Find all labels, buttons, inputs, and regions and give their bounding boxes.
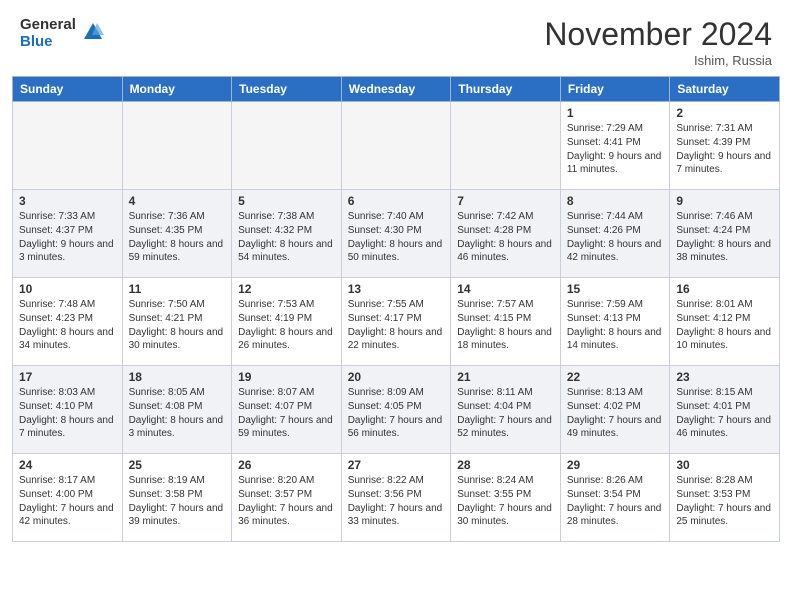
calendar-cell: 3Sunrise: 7:33 AMSunset: 4:37 PMDaylight…	[13, 190, 123, 278]
calendar-cell: 2Sunrise: 7:31 AMSunset: 4:39 PMDaylight…	[670, 102, 780, 190]
calendar-week-row: 1Sunrise: 7:29 AMSunset: 4:41 PMDaylight…	[13, 102, 780, 190]
col-thursday: Thursday	[451, 77, 561, 102]
logo-general: General	[20, 16, 76, 33]
calendar-cell: 27Sunrise: 8:22 AMSunset: 3:56 PMDayligh…	[341, 454, 451, 542]
calendar-cell: 15Sunrise: 7:59 AMSunset: 4:13 PMDayligh…	[560, 278, 670, 366]
calendar-cell: 19Sunrise: 8:07 AMSunset: 4:07 PMDayligh…	[232, 366, 342, 454]
calendar-cell: 24Sunrise: 8:17 AMSunset: 4:00 PMDayligh…	[13, 454, 123, 542]
calendar-wrap: Sunday Monday Tuesday Wednesday Thursday…	[0, 76, 792, 550]
calendar-cell: 21Sunrise: 8:11 AMSunset: 4:04 PMDayligh…	[451, 366, 561, 454]
calendar-cell-empty	[341, 102, 451, 190]
calendar-cell: 5Sunrise: 7:38 AMSunset: 4:32 PMDaylight…	[232, 190, 342, 278]
calendar-cell: 30Sunrise: 8:28 AMSunset: 3:53 PMDayligh…	[670, 454, 780, 542]
calendar-cell: 11Sunrise: 7:50 AMSunset: 4:21 PMDayligh…	[122, 278, 232, 366]
calendar-cell: 6Sunrise: 7:40 AMSunset: 4:30 PMDaylight…	[341, 190, 451, 278]
calendar-cell: 9Sunrise: 7:46 AMSunset: 4:24 PMDaylight…	[670, 190, 780, 278]
calendar-cell: 26Sunrise: 8:20 AMSunset: 3:57 PMDayligh…	[232, 454, 342, 542]
calendar-cell: 7Sunrise: 7:42 AMSunset: 4:28 PMDaylight…	[451, 190, 561, 278]
title-block: November 2024 Ishim, Russia	[544, 16, 772, 68]
logo-text: General Blue	[20, 16, 76, 51]
calendar-cell: 23Sunrise: 8:15 AMSunset: 4:01 PMDayligh…	[670, 366, 780, 454]
col-tuesday: Tuesday	[232, 77, 342, 102]
calendar-week-row: 10Sunrise: 7:48 AMSunset: 4:23 PMDayligh…	[13, 278, 780, 366]
logo-blue: Blue	[20, 33, 76, 50]
calendar-week-row: 24Sunrise: 8:17 AMSunset: 4:00 PMDayligh…	[13, 454, 780, 542]
calendar-cell: 8Sunrise: 7:44 AMSunset: 4:26 PMDaylight…	[560, 190, 670, 278]
calendar-table: Sunday Monday Tuesday Wednesday Thursday…	[12, 76, 780, 542]
calendar-week-row: 17Sunrise: 8:03 AMSunset: 4:10 PMDayligh…	[13, 366, 780, 454]
calendar-week-row: 3Sunrise: 7:33 AMSunset: 4:37 PMDaylight…	[13, 190, 780, 278]
calendar-cell-empty	[13, 102, 123, 190]
header: General Blue November 2024 Ishim, Russia	[0, 0, 792, 76]
calendar-cell: 1Sunrise: 7:29 AMSunset: 4:41 PMDaylight…	[560, 102, 670, 190]
col-sunday: Sunday	[13, 77, 123, 102]
logo: General Blue	[20, 16, 104, 51]
calendar-cell: 10Sunrise: 7:48 AMSunset: 4:23 PMDayligh…	[13, 278, 123, 366]
calendar-cell: 13Sunrise: 7:55 AMSunset: 4:17 PMDayligh…	[341, 278, 451, 366]
calendar-cell-empty	[232, 102, 342, 190]
calendar-cell-empty	[122, 102, 232, 190]
calendar-cell: 20Sunrise: 8:09 AMSunset: 4:05 PMDayligh…	[341, 366, 451, 454]
calendar-cell: 22Sunrise: 8:13 AMSunset: 4:02 PMDayligh…	[560, 366, 670, 454]
calendar-cell: 18Sunrise: 8:05 AMSunset: 4:08 PMDayligh…	[122, 366, 232, 454]
location: Ishim, Russia	[544, 53, 772, 68]
col-wednesday: Wednesday	[341, 77, 451, 102]
calendar-cell: 16Sunrise: 8:01 AMSunset: 4:12 PMDayligh…	[670, 278, 780, 366]
calendar-cell: 14Sunrise: 7:57 AMSunset: 4:15 PMDayligh…	[451, 278, 561, 366]
col-saturday: Saturday	[670, 77, 780, 102]
calendar-cell-empty	[451, 102, 561, 190]
col-monday: Monday	[122, 77, 232, 102]
col-friday: Friday	[560, 77, 670, 102]
calendar-cell: 12Sunrise: 7:53 AMSunset: 4:19 PMDayligh…	[232, 278, 342, 366]
calendar-cell: 17Sunrise: 8:03 AMSunset: 4:10 PMDayligh…	[13, 366, 123, 454]
calendar-cell: 29Sunrise: 8:26 AMSunset: 3:54 PMDayligh…	[560, 454, 670, 542]
calendar-cell: 28Sunrise: 8:24 AMSunset: 3:55 PMDayligh…	[451, 454, 561, 542]
calendar-header-row: Sunday Monday Tuesday Wednesday Thursday…	[13, 77, 780, 102]
month-year: November 2024	[544, 16, 772, 53]
calendar-cell: 25Sunrise: 8:19 AMSunset: 3:58 PMDayligh…	[122, 454, 232, 542]
calendar-cell: 4Sunrise: 7:36 AMSunset: 4:35 PMDaylight…	[122, 190, 232, 278]
logo-icon	[82, 21, 104, 48]
